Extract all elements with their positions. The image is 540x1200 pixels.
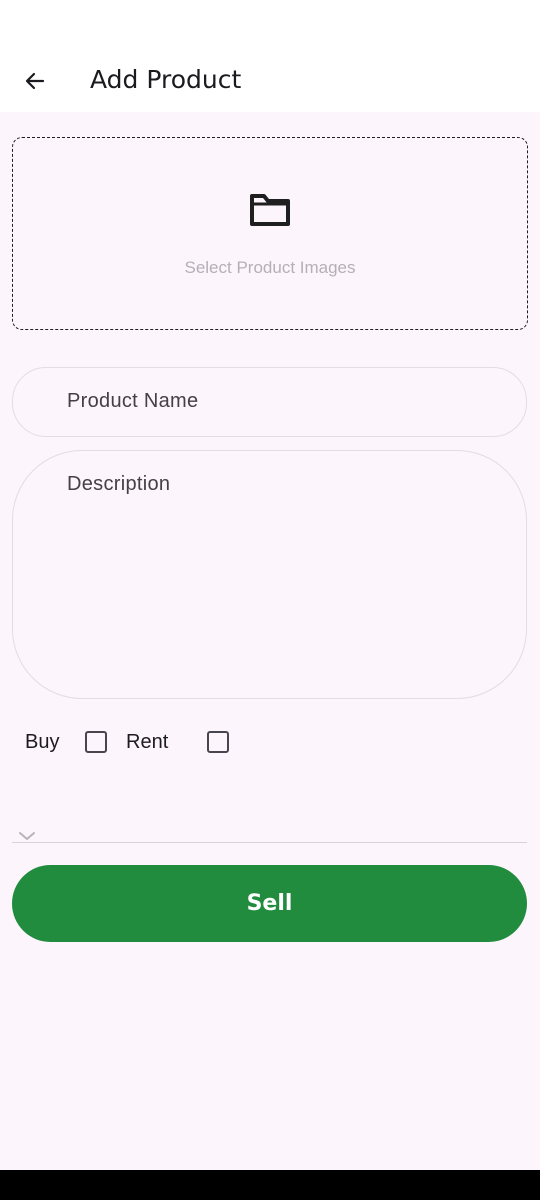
arrow-left-icon — [25, 72, 45, 90]
app-bar: Add Product — [0, 0, 540, 112]
system-nav-bar — [0, 1170, 540, 1200]
product-name-placeholder: Product Name — [67, 390, 199, 412]
page-title: Add Product — [90, 65, 242, 94]
rent-label: Rent — [126, 731, 169, 753]
sell-button[interactable]: Sell — [12, 865, 527, 942]
category-dropdown[interactable] — [12, 790, 527, 843]
image-picker[interactable]: Select Product Images — [12, 137, 528, 330]
buy-checkbox[interactable] — [85, 731, 107, 753]
folder-icon — [250, 194, 290, 226]
description-input[interactable]: Description — [12, 450, 527, 699]
description-placeholder: Description — [67, 473, 171, 495]
chevron-down-icon — [19, 832, 35, 840]
back-button[interactable] — [12, 58, 58, 104]
image-picker-label: Select Product Images — [184, 258, 356, 277]
buy-label: Buy — [25, 731, 60, 753]
product-name-input[interactable]: Product Name — [12, 367, 527, 437]
rent-checkbox[interactable] — [207, 731, 229, 753]
